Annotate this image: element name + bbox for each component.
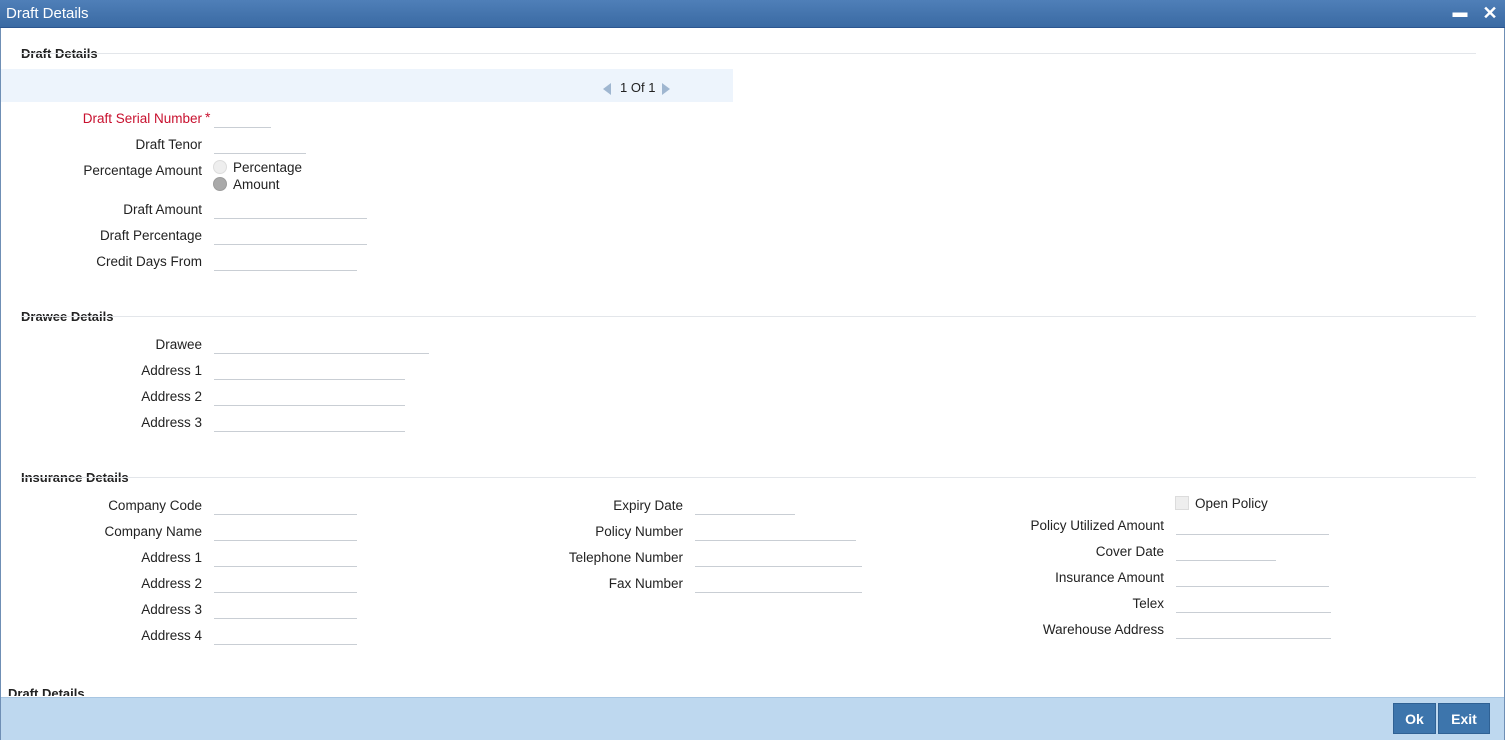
credit-days-from-input[interactable] — [214, 253, 357, 271]
credit-days-from-label: Credit Days From — [96, 254, 202, 269]
expiry-date-input[interactable] — [695, 497, 795, 515]
policy-utilized-amount-label: Policy Utilized Amount — [1030, 518, 1164, 533]
expiry-date-label: Expiry Date — [613, 498, 683, 513]
policy-number-label: Policy Number — [595, 524, 683, 539]
cover-date-label: Cover Date — [1095, 544, 1164, 559]
company-name-input[interactable] — [214, 523, 357, 541]
amount-radio-label: Amount — [233, 177, 280, 192]
insurance-address-3-label: Address 3 — [141, 602, 202, 617]
drawee-address-1-label: Address 1 — [141, 363, 202, 378]
insurance-address-4-input[interactable] — [214, 627, 357, 645]
company-name-label: Company Name — [104, 524, 202, 539]
percentage-radio[interactable] — [213, 160, 227, 174]
telex-label: Telex — [1132, 596, 1164, 611]
required-asterisk: * — [205, 109, 211, 125]
draft-amount-input[interactable] — [214, 201, 367, 219]
open-policy-checkbox[interactable] — [1175, 496, 1189, 510]
draft-amount-label: Draft Amount — [123, 202, 202, 217]
insurance-address-4-label: Address 4 — [141, 628, 202, 643]
draft-serial-number-label: Draft Serial Number — [82, 111, 202, 126]
fax-number-input[interactable] — [695, 575, 862, 593]
window-title-bar: Draft Details ▬ ✕ — [0, 0, 1505, 28]
pager-of: Of — [630, 80, 645, 95]
telephone-number-input[interactable] — [695, 549, 862, 567]
insurance-address-2-input[interactable] — [214, 575, 357, 593]
fax-number-label: Fax Number — [608, 576, 683, 591]
telex-input[interactable] — [1176, 595, 1331, 613]
window-title: Draft Details — [6, 5, 89, 22]
drawee-address-3-input[interactable] — [214, 414, 405, 432]
draft-tenor-label: Draft Tenor — [135, 137, 202, 152]
policy-number-input[interactable] — [695, 523, 856, 541]
drawee-input[interactable] — [214, 336, 429, 354]
section-divider — [21, 53, 1476, 54]
cover-date-input[interactable] — [1176, 543, 1276, 561]
next-record-icon[interactable] — [662, 82, 671, 95]
drawee-address-3-label: Address 3 — [141, 415, 202, 430]
draft-serial-number-input[interactable] — [214, 110, 271, 128]
draft-percentage-label: Draft Percentage — [99, 228, 202, 243]
section-divider — [21, 316, 1476, 317]
ok-button[interactable]: Ok — [1393, 703, 1436, 734]
insurance-amount-input[interactable] — [1176, 569, 1329, 587]
drawee-address-2-input[interactable] — [214, 388, 405, 406]
section-title-next-draft-details: Draft Details — [8, 686, 85, 696]
insurance-address-3-input[interactable] — [214, 601, 357, 619]
minimize-icon[interactable]: ▬ — [1449, 2, 1471, 24]
open-policy-label: Open Policy — [1195, 496, 1268, 511]
draft-percentage-input[interactable] — [214, 227, 367, 245]
record-pager: 1 Of 1 — [603, 80, 671, 95]
pager-current: 1 — [620, 80, 628, 95]
warehouse-address-input[interactable] — [1176, 621, 1331, 639]
insurance-address-2-label: Address 2 — [141, 576, 202, 591]
company-code-label: Company Code — [108, 498, 202, 513]
previous-record-icon[interactable] — [603, 82, 611, 95]
company-code-input[interactable] — [214, 497, 357, 515]
insurance-address-1-input[interactable] — [214, 549, 357, 567]
drawee-address-2-label: Address 2 — [141, 389, 202, 404]
close-icon[interactable]: ✕ — [1479, 2, 1501, 24]
warehouse-address-label: Warehouse Address — [1042, 622, 1164, 637]
percentage-radio-label: Percentage — [233, 160, 303, 175]
footer-bar: Ok Exit — [1, 697, 1504, 740]
percentage-amount-label: Percentage Amount — [83, 163, 202, 178]
policy-utilized-amount-input[interactable] — [1176, 517, 1329, 535]
amount-radio[interactable] — [213, 177, 227, 191]
telephone-number-label: Telephone Number — [568, 550, 683, 565]
exit-button[interactable]: Exit — [1438, 703, 1490, 734]
drawee-address-1-input[interactable] — [214, 362, 405, 380]
section-divider — [21, 477, 1476, 478]
pager-total: 1 — [648, 80, 656, 95]
insurance-address-1-label: Address 1 — [141, 550, 202, 565]
insurance-amount-label: Insurance Amount — [1055, 570, 1164, 585]
draft-tenor-input[interactable] — [214, 136, 306, 154]
drawee-label: Drawee — [155, 337, 202, 352]
